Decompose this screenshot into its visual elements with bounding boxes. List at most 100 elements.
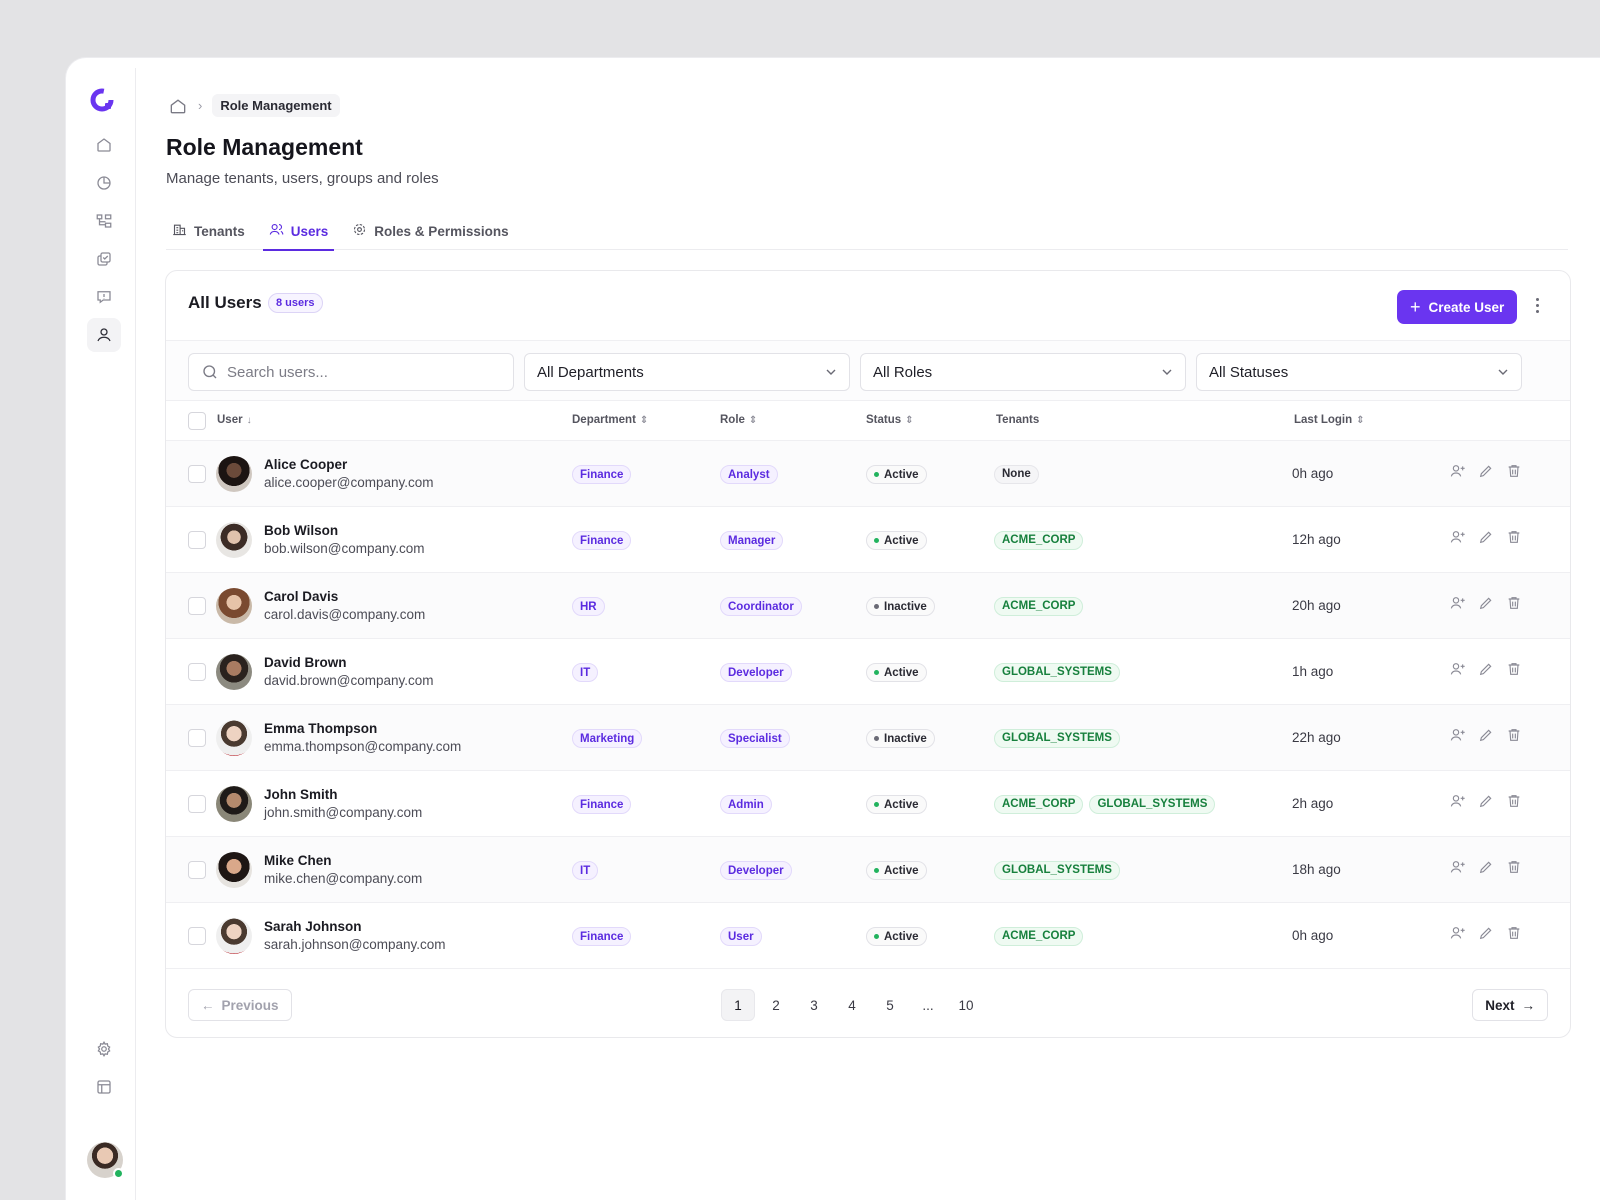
column-last-login[interactable]: Last Login ⇕ (1294, 414, 1365, 426)
tab-label: Roles & Permissions (374, 223, 509, 239)
table-row[interactable]: Carol Davis carol.davis@company.com HR C… (166, 573, 1570, 639)
trash-icon[interactable] (1506, 793, 1523, 810)
more-options-icon[interactable] (1530, 291, 1544, 319)
column-role[interactable]: Role ⇕ (720, 414, 757, 426)
add-user-icon[interactable] (1450, 859, 1467, 876)
user-email: alice.cooper@company.com (264, 475, 434, 490)
department-select[interactable]: All Departments (524, 353, 850, 391)
layout-icon[interactable] (87, 1070, 121, 1104)
row-checkbox[interactable] (188, 597, 206, 615)
row-checkbox[interactable] (188, 531, 206, 549)
user-name[interactable]: Mike Chen (264, 853, 332, 868)
filter-bar: All Departments All Roles All Statuses (166, 341, 1570, 401)
table-row[interactable]: John Smith john.smith@company.com Financ… (166, 771, 1570, 837)
page-number[interactable]: 4 (835, 989, 869, 1021)
last-login: 20h ago (1292, 598, 1341, 613)
tab-roles-permissions[interactable]: Roles & Permissions (346, 212, 514, 250)
tab-tenants[interactable]: Tenants (166, 212, 251, 250)
row-actions (1450, 727, 1523, 744)
add-user-icon[interactable] (1450, 925, 1467, 942)
table-row[interactable]: Alice Cooper alice.cooper@company.com Fi… (166, 441, 1570, 507)
add-user-icon[interactable] (1450, 595, 1467, 612)
trash-icon[interactable] (1506, 595, 1523, 612)
row-checkbox[interactable] (188, 795, 206, 813)
status-dot (874, 802, 879, 807)
chevron-down-icon (1161, 366, 1173, 378)
hierarchy-icon[interactable] (87, 204, 121, 238)
row-checkbox[interactable] (188, 861, 206, 879)
avatar[interactable] (87, 1142, 124, 1179)
add-user-icon[interactable] (1450, 529, 1467, 546)
brand-logo[interactable] (90, 88, 116, 114)
add-user-icon[interactable] (1450, 661, 1467, 678)
column-department[interactable]: Department ⇕ (572, 414, 648, 426)
column-user[interactable]: User ↓ (217, 414, 252, 426)
status-badge: Inactive (866, 597, 935, 616)
edit-icon[interactable] (1478, 595, 1495, 612)
pie-chart-icon[interactable] (87, 166, 121, 200)
table-row[interactable]: Bob Wilson bob.wilson@company.com Financ… (166, 507, 1570, 573)
add-user-icon[interactable] (1450, 727, 1467, 744)
user-name[interactable]: Emma Thompson (264, 721, 377, 736)
create-user-label: Create User (1428, 299, 1505, 315)
edit-icon[interactable] (1478, 727, 1495, 744)
select-all-checkbox[interactable] (188, 412, 206, 430)
user-name[interactable]: John Smith (264, 787, 338, 802)
user-name[interactable]: Alice Cooper (264, 457, 347, 472)
table-row[interactable]: David Brown david.brown@company.com IT D… (166, 639, 1570, 705)
page-numbers: 1 2 3 4 5... 10 (721, 989, 983, 1021)
user-name[interactable]: Bob Wilson (264, 523, 338, 538)
add-user-icon[interactable] (1450, 463, 1467, 480)
edit-icon[interactable] (1478, 463, 1495, 480)
copy-check-icon[interactable] (87, 242, 121, 276)
page-number[interactable]: 1 (721, 989, 755, 1021)
status-label: Active (884, 798, 919, 811)
page-number[interactable]: 3 (797, 989, 831, 1021)
tenant-badge: ACME_CORP (994, 926, 1084, 946)
table-row[interactable]: Emma Thompson emma.thompson@company.com … (166, 705, 1570, 771)
user-icon[interactable] (87, 318, 121, 352)
column-status[interactable]: Status ⇕ (866, 414, 914, 426)
role-select[interactable]: All Roles (860, 353, 1186, 391)
page-number[interactable]: 5 (873, 989, 907, 1021)
row-checkbox[interactable] (188, 927, 206, 945)
create-user-button[interactable]: + Create User (1397, 290, 1518, 324)
add-user-icon[interactable] (1450, 793, 1467, 810)
next-page-button[interactable]: Next → (1472, 989, 1548, 1021)
edit-icon[interactable] (1478, 793, 1495, 810)
home-icon[interactable] (87, 128, 121, 162)
breadcrumb-current[interactable]: Role Management (212, 94, 340, 117)
trash-icon[interactable] (1506, 925, 1523, 942)
table-row[interactable]: Mike Chen mike.chen@company.com IT Devel… (166, 837, 1570, 903)
trash-icon[interactable] (1506, 727, 1523, 744)
avatar (216, 588, 252, 624)
user-name[interactable]: Sarah Johnson (264, 919, 362, 934)
user-name[interactable]: David Brown (264, 655, 347, 670)
previous-page-button[interactable]: ← Previous (188, 989, 292, 1021)
edit-icon[interactable] (1478, 859, 1495, 876)
trash-icon[interactable] (1506, 859, 1523, 876)
home-icon[interactable] (168, 96, 188, 116)
edit-icon[interactable] (1478, 661, 1495, 678)
arrow-right-icon: → (1521, 997, 1536, 1013)
user-email: sarah.johnson@company.com (264, 937, 446, 952)
table-row[interactable]: Sarah Johnson sarah.johnson@company.com … (166, 903, 1570, 969)
row-checkbox[interactable] (188, 465, 206, 483)
trash-icon[interactable] (1506, 529, 1523, 546)
edit-icon[interactable] (1478, 925, 1495, 942)
status-select[interactable]: All Statuses (1196, 353, 1522, 391)
edit-icon[interactable] (1478, 529, 1495, 546)
page-number[interactable]: 2 (759, 989, 793, 1021)
row-checkbox[interactable] (188, 663, 206, 681)
page-number[interactable]: 10 (949, 989, 983, 1021)
user-name[interactable]: Carol Davis (264, 589, 338, 604)
tab-users[interactable]: Users (262, 212, 335, 251)
search-input[interactable] (227, 363, 487, 381)
trash-icon[interactable] (1506, 463, 1523, 480)
gear-icon[interactable] (87, 1032, 121, 1066)
row-checkbox[interactable] (188, 729, 206, 747)
breadcrumb: › Role Management (168, 94, 340, 117)
message-alert-icon[interactable] (87, 280, 121, 314)
trash-icon[interactable] (1506, 661, 1523, 678)
search-field[interactable] (188, 353, 514, 391)
